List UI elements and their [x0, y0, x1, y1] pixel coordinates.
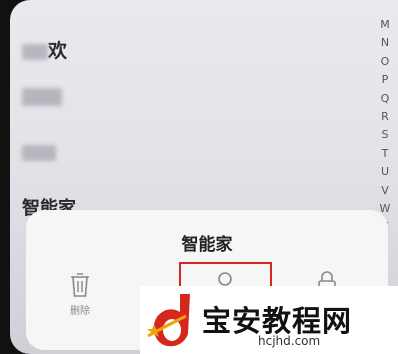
watermark-url: hcjhd.com — [258, 334, 321, 348]
blurred-name — [22, 145, 56, 161]
index-letter[interactable]: O — [381, 53, 390, 71]
index-letter[interactable]: M — [380, 16, 390, 34]
blurred-name — [22, 88, 62, 106]
blurred-name — [22, 43, 48, 60]
index-letter[interactable]: V — [381, 182, 389, 200]
index-letter[interactable]: P — [382, 71, 389, 89]
app-name-suffix: 欢 — [48, 40, 68, 62]
app-list-item[interactable]: 欢 — [22, 36, 67, 63]
index-letter[interactable]: Q — [381, 90, 390, 108]
index-letter[interactable]: U — [381, 163, 389, 181]
trash-icon — [71, 273, 89, 297]
delete-label: 删除 — [70, 306, 90, 317]
index-letter[interactable]: S — [382, 126, 389, 144]
watermark: 宝安教程网 hcjhd.com — [140, 286, 398, 354]
index-letter[interactable]: T — [382, 145, 389, 163]
sheet-title: 智能家 — [181, 235, 233, 255]
watermark-logo — [147, 294, 190, 347]
index-letter[interactable]: R — [381, 108, 389, 126]
delete-action[interactable]: 删除 — [68, 272, 92, 317]
index-letter[interactable]: N — [381, 34, 389, 52]
app-list-item[interactable] — [22, 144, 56, 166]
app-list-item[interactable] — [22, 88, 62, 111]
